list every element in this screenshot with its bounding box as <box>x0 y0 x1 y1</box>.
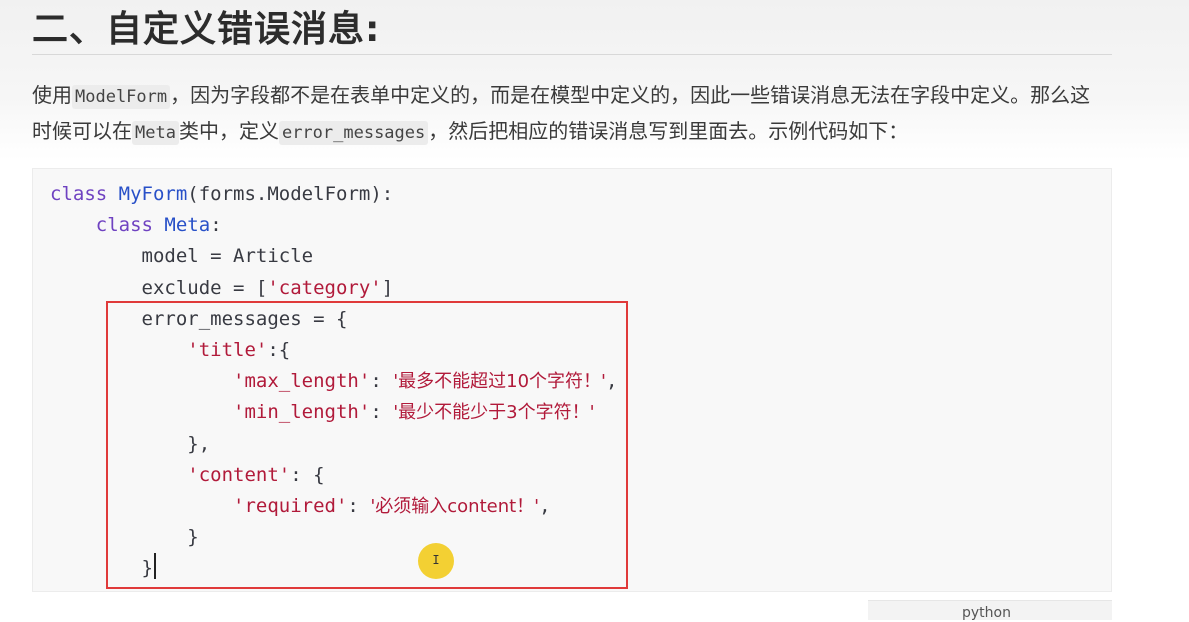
section-heading: 二、自定义错误消息: <box>32 9 381 50</box>
inline-code-error-messages: error_messages <box>278 121 429 145</box>
paragraph-text: 类中，定义 <box>178 119 279 143</box>
code-line-2: class Meta: <box>50 214 222 236</box>
inline-code-modelform: ModelForm <box>72 85 171 109</box>
code-line-1: class MyForm(forms.ModelForm): <box>50 183 393 205</box>
code-text: exclude = [ <box>141 276 268 299</box>
class-name: MyForm <box>118 183 188 205</box>
highlight-annotation-box <box>106 301 628 589</box>
code-string: 'category' <box>267 276 382 299</box>
keyword-class: class <box>50 183 108 205</box>
paragraph-text: 使用 <box>32 83 72 107</box>
code-language-tab[interactable]: python <box>868 600 1112 621</box>
code-text: : <box>210 214 222 237</box>
code-line-4: exclude = ['category'] <box>50 276 394 299</box>
code-text: model = Article <box>141 245 314 268</box>
class-name: Meta <box>164 214 211 237</box>
inline-code-meta: Meta <box>132 121 179 145</box>
code-text: (forms.ModelForm): <box>187 183 394 205</box>
paragraph-text: ，然后把相应的错误消息写到里面去。示例代码如下： <box>428 119 909 143</box>
code-text: ] <box>381 276 394 299</box>
description-paragraph: 使用 ModelForm ，因为字段都不是在表单中定义的，而是在模型中定义的，因此一… <box>32 78 1102 150</box>
keyword-class: class <box>95 214 153 237</box>
code-line-3: model = Article <box>50 245 314 268</box>
ibeam-cursor-icon: I <box>432 553 440 567</box>
heading-divider <box>32 54 1112 55</box>
code-language-label: python <box>962 605 1011 621</box>
